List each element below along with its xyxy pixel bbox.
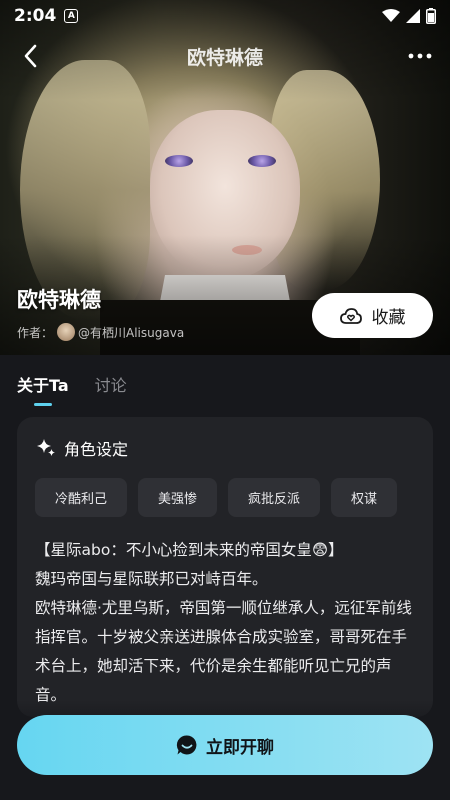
top-nav-bar: 欧特琳德 xyxy=(0,34,450,78)
trait-tags: 冷酷利己 美强惨 疯批反派 权谋 xyxy=(35,478,398,517)
tab-about[interactable]: 关于Ta xyxy=(17,372,69,406)
signal-icon xyxy=(406,9,420,23)
card-heading: 角色设定 xyxy=(64,440,129,459)
detail-tabs: 关于Ta 讨论 xyxy=(17,372,127,406)
more-options-button[interactable] xyxy=(404,40,436,72)
trait-tag[interactable]: 冷酷利己 xyxy=(35,478,128,517)
card-header: 角色设定 xyxy=(36,436,128,460)
favorite-button[interactable]: 收藏 xyxy=(312,293,433,338)
notification-app-icon: A xyxy=(64,9,79,23)
description-line: 【星际abo：不小心捡到未来的帝国女皇😨】 xyxy=(35,541,344,559)
chat-bubble-icon xyxy=(176,735,197,755)
character-name: 欧特琳德 xyxy=(17,288,101,312)
author-label: 作者： xyxy=(17,325,54,340)
page-title: 欧特琳德 xyxy=(186,46,263,69)
more-dots-icon xyxy=(408,53,432,59)
tab-discussion[interactable]: 讨论 xyxy=(95,372,127,406)
trait-tag[interactable]: 美强惨 xyxy=(138,478,218,517)
start-chat-label: 立即开聊 xyxy=(206,737,274,758)
author-info[interactable]: 作者： @有栖川Alisugava xyxy=(17,323,184,341)
sparkle-icon xyxy=(37,439,55,456)
description-line: 欧特琳德·尤里乌斯，帝国第一顺位继承人，远征军前线指挥官。十岁被父亲送进腺体合成… xyxy=(35,599,412,704)
battery-icon xyxy=(426,8,436,24)
wifi-icon xyxy=(382,9,400,22)
author-avatar xyxy=(57,323,76,341)
trait-tag[interactable]: 权谋 xyxy=(331,478,398,517)
start-chat-button[interactable]: 立即开聊 xyxy=(17,715,433,775)
character-description: 【星际abo：不小心捡到未来的帝国女皇😨】 魏玛帝国与星际联邦已对峙百年。 欧特… xyxy=(35,536,419,710)
trait-tag[interactable]: 疯批反派 xyxy=(228,478,321,517)
favorite-label: 收藏 xyxy=(371,308,406,328)
status-bar: 2:04 A xyxy=(0,0,450,32)
description-line: 魏玛帝国与星际联邦已对峙百年。 xyxy=(35,570,268,588)
cloud-favorite-icon xyxy=(339,307,362,324)
status-time: 2:04 xyxy=(14,6,57,26)
character-setting-card: 角色设定 冷酷利己 美强惨 疯批反派 权谋 【星际abo：不小心捡到未来的帝国女… xyxy=(17,417,433,717)
author-name: @有栖川Alisugava xyxy=(78,325,185,340)
